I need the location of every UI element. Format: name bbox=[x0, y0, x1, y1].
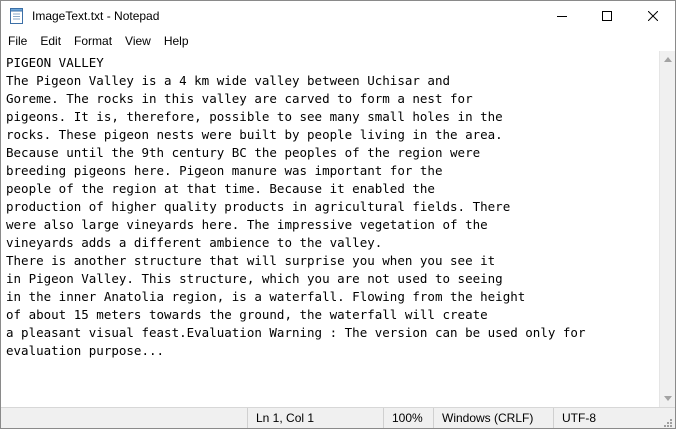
scroll-down-button[interactable] bbox=[660, 390, 675, 407]
minimize-button[interactable] bbox=[539, 1, 584, 31]
window-title: ImageText.txt - Notepad bbox=[32, 9, 160, 23]
vertical-scrollbar[interactable] bbox=[659, 51, 675, 407]
notepad-app-icon[interactable] bbox=[10, 8, 23, 24]
menu-bar: File Edit Format View Help bbox=[1, 31, 675, 51]
status-zoom: 100% bbox=[383, 408, 433, 428]
maximize-button[interactable] bbox=[584, 1, 629, 31]
resize-grip-icon[interactable] bbox=[661, 415, 673, 427]
notepad-window: ImageText.txt - Notepad File Edit Format… bbox=[0, 0, 676, 429]
minimize-icon bbox=[556, 16, 567, 17]
status-bar: Ln 1, Col 1 100% Windows (CRLF) UTF-8 bbox=[1, 407, 675, 428]
menu-help[interactable]: Help bbox=[157, 31, 195, 51]
maximize-icon bbox=[601, 11, 612, 21]
scroll-up-arrow-icon bbox=[664, 57, 672, 62]
close-button[interactable] bbox=[630, 1, 675, 31]
status-encoding: UTF-8 bbox=[553, 408, 657, 428]
menu-format[interactable]: Format bbox=[67, 31, 118, 51]
scroll-up-button[interactable] bbox=[660, 51, 675, 68]
status-line-ending: Windows (CRLF) bbox=[433, 408, 553, 428]
menu-edit[interactable]: Edit bbox=[33, 31, 67, 51]
document-text[interactable]: PIGEON VALLEY The Pigeon Valley is a 4 k… bbox=[6, 54, 585, 360]
menu-view[interactable]: View bbox=[118, 31, 157, 51]
status-cursor-position: Ln 1, Col 1 bbox=[247, 408, 382, 428]
scroll-down-arrow-icon bbox=[664, 396, 672, 401]
title-bar[interactable]: ImageText.txt - Notepad bbox=[1, 1, 675, 31]
menu-file[interactable]: File bbox=[1, 31, 33, 51]
text-editor-area[interactable]: PIGEON VALLEY The Pigeon Valley is a 4 k… bbox=[1, 51, 658, 407]
close-icon bbox=[647, 11, 658, 21]
